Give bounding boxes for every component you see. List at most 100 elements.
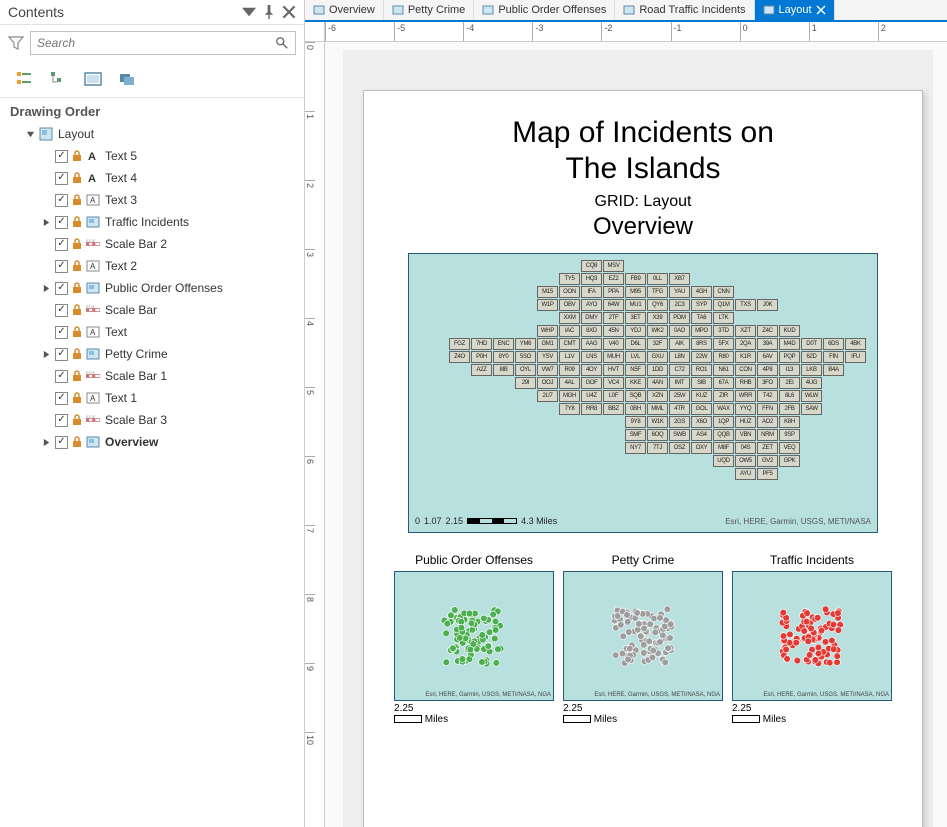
lock-icon[interactable] [71,392,83,404]
grid-cell: AIK [669,338,690,350]
search-box[interactable] [30,31,296,55]
tree-item[interactable]: Traffic Incidents [0,211,304,233]
visibility-checkbox[interactable] [55,326,68,339]
tree-item[interactable]: AText 3 [0,189,304,211]
small-map-frame[interactable]: Esri, HERE, Garmin, USGS, METI/NASA, NGA [563,571,723,701]
list-by-element-button[interactable] [80,67,106,91]
tree-item[interactable]: 0 5 10Scale Bar 2 [0,233,304,255]
lock-icon[interactable] [71,150,83,162]
search-icon[interactable] [275,36,289,50]
lock-icon[interactable] [71,216,83,228]
tree-item[interactable]: 0 5 10Scale Bar [0,299,304,321]
collapse-icon[interactable] [24,128,36,140]
lock-icon[interactable] [71,436,83,448]
list-by-map-button[interactable] [114,67,140,91]
grid-cell: R80 [713,351,734,363]
visibility-checkbox[interactable] [55,238,68,251]
small-map-frame[interactable]: Esri, HERE, Garmin, USGS, METI/NASA, NGA [732,571,892,701]
tree-item[interactable]: AText [0,321,304,343]
visibility-checkbox[interactable] [55,348,68,361]
layer-tree: Layout AText 5AText 4AText 3Traffic Inci… [0,123,304,827]
tree-root-layout[interactable]: Layout [0,123,304,145]
expand-icon[interactable] [40,436,52,448]
tab-strip: OverviewPetty CrimePublic Order Offenses… [305,0,947,22]
small-map-block[interactable]: Public Order OffensesEsri, HERE, Garmin,… [394,553,554,725]
overview-label[interactable]: Overview [394,213,892,241]
grid-cell: OSZ [669,442,690,454]
filter-icon[interactable] [8,35,24,51]
tab-layout[interactable]: Layout [755,0,835,20]
page-canvas[interactable]: Map of Incidents on The Islands GRID: La… [343,50,933,827]
visibility-checkbox[interactable] [55,414,68,427]
lock-icon[interactable] [71,304,83,316]
grid-cell: AYO [581,299,602,311]
visibility-checkbox[interactable] [55,260,68,273]
tab-road-traffic-incidents[interactable]: Road Traffic Incidents [615,0,754,20]
pin-icon[interactable] [262,5,276,19]
tree-item[interactable]: 0 5 10Scale Bar 1 [0,365,304,387]
tree-item[interactable]: AText 4 [0,167,304,189]
layout-page[interactable]: Map of Incidents on The Islands GRID: La… [363,90,923,827]
visibility-checkbox[interactable] [55,436,68,449]
grid-label[interactable]: GRID: Layout [394,193,892,211]
tree-item[interactable]: AText 2 [0,255,304,277]
lock-icon[interactable] [71,260,83,272]
expand-icon[interactable] [40,348,52,360]
grid-cell: M95 [625,286,646,298]
grid-cell: 3TD [713,325,734,337]
lock-icon[interactable] [71,326,83,338]
lock-icon[interactable] [71,194,83,206]
visibility-checkbox[interactable] [55,194,68,207]
search-input[interactable] [37,36,275,50]
lock-icon[interactable] [71,414,83,426]
tree-item[interactable]: 0 5 10Scale Bar 3 [0,409,304,431]
grid-cell: X39 [647,312,668,324]
grid-cell: SQB [625,390,646,402]
small-map-frame[interactable]: Esri, HERE, Garmin, USGS, METI/NASA, NGA [394,571,554,701]
visibility-checkbox[interactable] [55,392,68,405]
svg-text:A: A [88,151,96,163]
grid-cell: GOF [581,377,602,389]
grid-cell: TXS [735,299,756,311]
dropdown-icon[interactable] [242,5,256,19]
tree-item[interactable]: Petty Crime [0,343,304,365]
grid-cell: 64W [603,299,624,311]
scale-bar[interactable]: 2.25 Miles [394,703,554,725]
lock-icon[interactable] [71,282,83,294]
expand-icon[interactable] [40,216,52,228]
grid-cell: 4TR [669,403,690,415]
visibility-checkbox[interactable] [55,216,68,229]
tree-item[interactable]: AText 5 [0,145,304,167]
lock-icon[interactable] [71,172,83,184]
lock-icon[interactable] [71,238,83,250]
visibility-checkbox[interactable] [55,282,68,295]
visibility-checkbox[interactable] [55,304,68,317]
grid-cell: 3ET [625,312,646,324]
small-map-block[interactable]: Petty CrimeEsri, HERE, Garmin, USGS, MET… [563,553,723,725]
page-title-line1[interactable]: Map of Incidents on [394,115,892,151]
tab-public-order-offenses[interactable]: Public Order Offenses [474,0,615,20]
tree-item[interactable]: Overview [0,431,304,453]
tab-overview[interactable]: Overview [305,0,384,20]
visibility-checkbox[interactable] [55,150,68,163]
tab-petty-crime[interactable]: Petty Crime [384,0,474,20]
scale-bar-3[interactable]: 0 1.07 2.15 4.3 Miles [415,516,557,526]
scale-bar[interactable]: 2.25 Miles [732,703,892,725]
svg-text:A: A [90,328,96,337]
scale-bar[interactable]: 2.25 Miles [563,703,723,725]
tree-item[interactable]: AText 1 [0,387,304,409]
page-title-line2[interactable]: The Islands [394,151,892,187]
close-icon[interactable] [816,5,826,15]
list-by-drawing-order-button[interactable] [12,67,38,91]
grid-cell: XZT [735,325,756,337]
expand-icon[interactable] [40,282,52,294]
visibility-checkbox[interactable] [55,172,68,185]
small-map-block[interactable]: Traffic IncidentsEsri, HERE, Garmin, USG… [732,553,892,725]
close-icon[interactable] [282,5,296,19]
lock-icon[interactable] [71,370,83,382]
tree-item[interactable]: Public Order Offenses [0,277,304,299]
overview-map-frame[interactable]: CQ8MSVTY5HQ3EZ2FB90LLXB7M15OONIFAPPAM95T… [408,253,878,533]
visibility-checkbox[interactable] [55,370,68,383]
list-by-source-button[interactable] [46,67,72,91]
lock-icon[interactable] [71,348,83,360]
